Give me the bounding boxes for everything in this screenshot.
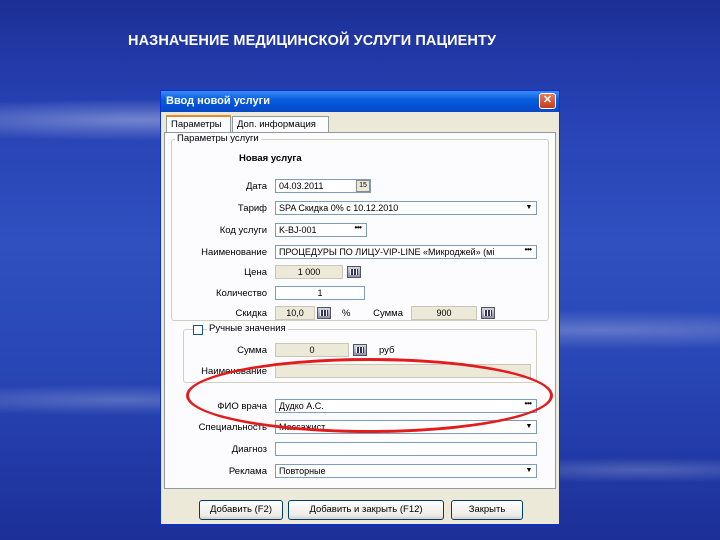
tariff-select[interactable]: SPA Скидка 0% с 10.12.2010 ▼ [275,201,537,215]
diagnosis-field[interactable] [275,442,537,456]
calculator-icon[interactable] [347,266,361,278]
new-service-heading: Новая услуга [239,153,302,164]
service-name-label: Наименование [201,247,267,258]
tab-additional-info[interactable]: Доп. информация [232,116,329,132]
calculator-icon[interactable] [481,307,495,319]
manual-values-checkbox[interactable] [193,325,203,335]
parameters-panel: Параметры услуги Новая услуга Дата 04.03… [164,132,556,489]
chevron-down-icon[interactable]: ▼ [522,202,536,214]
quantity-label: Количество [215,288,267,299]
sum-label: Сумма [373,308,403,319]
date-value: 04.03.2011 [279,181,324,191]
advertising-value: Повторные [279,466,326,476]
sum-field: 900 [411,306,477,320]
chevron-down-icon[interactable]: ▼ [522,421,536,433]
advertising-select[interactable]: Повторные ▼ [275,464,537,478]
price-label: Цена [244,267,267,278]
calculator-icon[interactable] [317,307,331,319]
ellipsis-icon[interactable]: ••• [350,224,366,236]
manual-values-legend: Ручные значения [207,323,288,334]
date-label: Дата [245,181,267,192]
manual-sum-unit: руб [379,345,395,356]
highlight-ellipse [186,358,553,433]
service-name-field[interactable]: ПРОЦЕДУРЫ ПО ЛИЦУ-VIP-LINE «Микроджей» (… [275,245,537,259]
discount-unit: % [342,308,351,319]
tariff-value: SPA Скидка 0% с 10.12.2010 [279,203,399,213]
quantity-field[interactable]: 1 [275,286,365,300]
calculator-icon[interactable] [353,344,367,356]
discount-field: 10,0 [275,306,315,320]
new-service-dialog: Ввод новой услуги ✕ Параметры Доп. инфор… [160,90,560,525]
advertising-label: Реклама [228,466,267,477]
dialog-titlebar[interactable]: Ввод новой услуги ✕ [161,91,559,112]
price-field: 1 000 [275,265,343,279]
service-params-legend: Параметры услуги [175,133,261,144]
chevron-down-icon[interactable]: ▼ [522,465,536,477]
service-code-label: Код услуги [219,225,267,236]
date-field[interactable]: 04.03.2011 15 [275,179,371,193]
diagnosis-label: Диагноз [231,444,267,455]
tariff-label: Тариф [237,203,267,214]
close-button[interactable]: Закрыть [451,500,523,520]
service-code-value: K-BJ-001 [279,225,317,235]
service-code-field[interactable]: K-BJ-001 ••• [275,223,367,237]
tab-parameters[interactable]: Параметры [166,115,231,133]
add-and-close-button[interactable]: Добавить и закрыть (F12) [288,500,444,520]
ellipsis-icon[interactable]: ••• [520,246,536,258]
calendar-icon[interactable]: 15 [356,180,370,192]
discount-label: Скидка [235,308,267,319]
close-icon[interactable]: ✕ [539,93,556,109]
add-button[interactable]: Добавить (F2) [199,500,283,520]
dialog-title: Ввод новой услуги [166,95,270,107]
slide-title: НАЗНАЧЕНИЕ МЕДИЦИНСКОЙ УСЛУГИ ПАЦИЕНТУ [128,33,497,49]
service-name-value: ПРОЦЕДУРЫ ПО ЛИЦУ-VIP-LINE «Микроджей» (… [279,247,495,257]
manual-sum-label: Сумма [237,345,267,356]
manual-sum-field: 0 [275,343,349,357]
dialog-button-bar: Добавить (F2) Добавить и закрыть (F12) З… [161,491,559,524]
